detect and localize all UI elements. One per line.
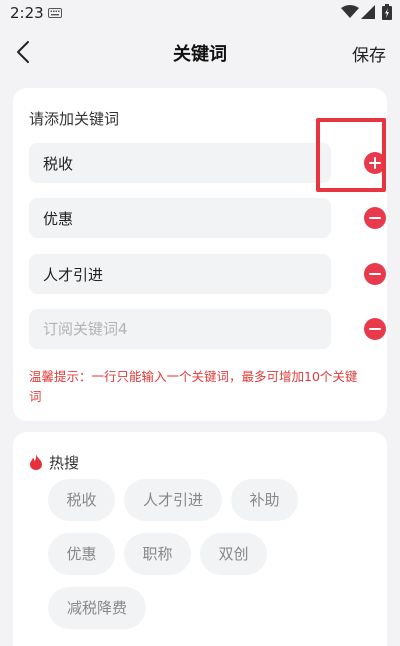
page-title: 关键词 (173, 44, 227, 65)
battery-icon (382, 4, 392, 20)
status-time: 2:23 (10, 4, 44, 22)
nav-bar: 关键词 保存 (0, 26, 400, 80)
keyword-row-2 (29, 198, 386, 238)
hint-text: 温馨提示：一行只能输入一个关键词，最多可增加10个关键词 (29, 369, 358, 404)
keyword-field-1[interactable] (29, 143, 331, 183)
signal-icon (361, 5, 375, 19)
section-label: 请添加关键词 (29, 110, 120, 128)
hot-tag[interactable]: 优惠 (48, 533, 115, 575)
highlight-box (316, 118, 386, 192)
keyboard-icon (48, 8, 62, 18)
hot-tag[interactable]: 补助 (231, 479, 298, 521)
hot-search-card: 热搜 税收 人才引进 补助 优惠 职称 双创 减税降费 (13, 432, 387, 646)
keyword-field-4[interactable] (29, 309, 331, 349)
fire-icon (30, 454, 42, 470)
remove-keyword-button[interactable] (364, 263, 386, 285)
hot-tag[interactable]: 人才引进 (124, 479, 222, 521)
hot-search-title: 热搜 (49, 454, 80, 472)
keyword-row-4 (29, 309, 386, 349)
keyword-field-3[interactable] (29, 254, 331, 294)
keywords-card: 请添加关键词 温馨提示：一行只能输入一个关键词，最多可增加10个关键词 (13, 88, 387, 421)
status-bar: 2:23 (0, 0, 400, 26)
hot-tag[interactable]: 减税降费 (48, 587, 146, 629)
remove-keyword-button[interactable] (364, 207, 386, 229)
hot-tag[interactable]: 职称 (124, 533, 191, 575)
hot-tag[interactable]: 税收 (48, 479, 115, 521)
hot-tag[interactable]: 双创 (200, 533, 267, 575)
wifi-icon (341, 5, 359, 18)
remove-keyword-button[interactable] (364, 318, 386, 340)
keyword-field-2[interactable] (29, 198, 331, 238)
keyword-row-3 (29, 254, 386, 294)
save-button[interactable]: 保存 (352, 41, 386, 66)
